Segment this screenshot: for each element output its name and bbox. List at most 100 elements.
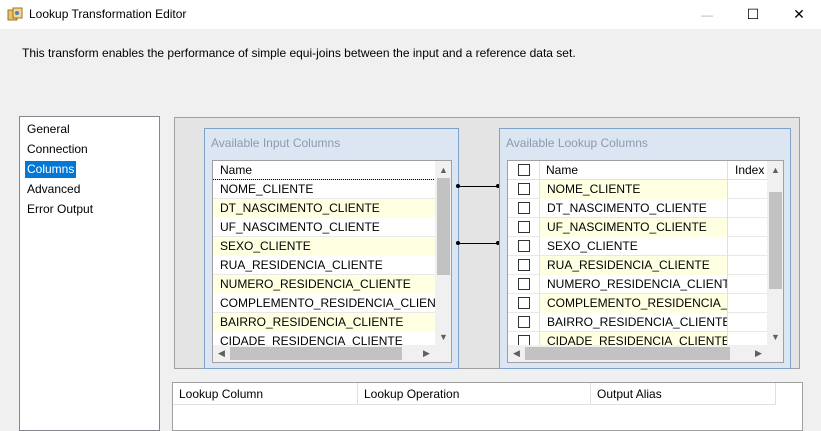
lookup-index-cell[interactable] <box>728 294 767 313</box>
maximize-icon: ☐ <box>746 6 760 22</box>
lookup-column-checkbox[interactable] <box>518 316 530 328</box>
lookup-column-checkbox[interactable] <box>518 297 530 309</box>
input-name-header[interactable]: Name <box>213 161 435 180</box>
input-column-row[interactable]: SEXO_CLIENTE <box>213 237 435 256</box>
input-column-row[interactable]: UF_NASCIMENTO_CLIENTE <box>213 218 435 237</box>
minimize-icon: — <box>701 7 713 22</box>
lookup-horizontal-scrollbar[interactable]: ◀ ▶ <box>508 345 767 362</box>
input-scroll-thumb[interactable] <box>437 178 450 275</box>
input-horizontal-scrollbar[interactable]: ◀ ▶ <box>213 345 435 362</box>
input-column-name[interactable]: NOME_CLIENTE <box>213 179 436 200</box>
lookup-index-cell[interactable] <box>728 199 767 218</box>
page-nav-list: General Connection Columns Advanced Erro… <box>19 116 160 431</box>
input-vertical-scrollbar[interactable]: ▲ ▼ <box>435 161 451 345</box>
nav-item-general[interactable]: General <box>25 121 72 138</box>
lookup-column-checkbox[interactable] <box>518 278 530 290</box>
lookup-column-name[interactable]: BAIRRO_RESIDENCIA_CLIENTE <box>540 313 727 332</box>
description-area: This transform enables the performance o… <box>0 29 821 115</box>
lookup-scroll-thumb[interactable] <box>769 192 782 289</box>
input-column-name[interactable]: UF_NASCIMENTO_CLIENTE <box>213 218 435 237</box>
input-column-row[interactable]: NUMERO_RESIDENCIA_CLIENTE <box>213 275 435 294</box>
lookup-index-cell[interactable] <box>728 218 767 237</box>
mapping-connector-line[interactable] <box>458 243 499 244</box>
input-column-row[interactable]: NOME_CLIENTE <box>213 179 436 200</box>
input-columns-grid: Name NOME_CLIENTE DT_NASCIMENTO_CLIENTE UF… <box>212 160 452 363</box>
lookup-column-row[interactable]: UF_NASCIMENTO_CLIENTE <box>508 218 767 237</box>
lookup-column-name[interactable]: RUA_RESIDENCIA_CLIENTE <box>540 256 727 275</box>
input-column-name[interactable]: COMPLEMENTO_RESIDENCIA_CLIENTE <box>213 294 435 313</box>
lookup-index-cell[interactable] <box>728 180 767 199</box>
lookup-index-header[interactable]: Index <box>727 161 768 180</box>
lookup-column-checkbox[interactable] <box>518 240 530 252</box>
lookup-column-row[interactable]: DT_NASCIMENTO_CLIENTE <box>508 199 767 218</box>
nav-item-connection[interactable]: Connection <box>25 141 90 158</box>
scroll-down-icon[interactable]: ▼ <box>767 328 783 345</box>
input-column-name[interactable]: DT_NASCIMENTO_CLIENTE <box>213 199 435 218</box>
output-alias-header[interactable]: Output Alias <box>591 383 776 405</box>
input-column-name[interactable]: RUA_RESIDENCIA_CLIENTE <box>213 256 435 275</box>
input-columns-box: Available Input Columns Name NOME_CLIENT… <box>204 128 459 369</box>
nav-item-error-output[interactable]: Error Output <box>25 201 95 218</box>
mapping-connector-line[interactable] <box>458 186 499 187</box>
scroll-right-icon[interactable]: ▶ <box>750 345 767 362</box>
lookup-operations-grid[interactable]: Lookup Column Lookup Operation Output Al… <box>172 382 803 431</box>
input-column-row[interactable]: DT_NASCIMENTO_CLIENTE <box>213 199 435 218</box>
lookup-column-checkbox[interactable] <box>518 183 530 195</box>
close-icon: ✕ <box>793 6 805 22</box>
lookup-column-header[interactable]: Lookup Column <box>173 383 358 405</box>
lookup-column-name[interactable]: UF_NASCIMENTO_CLIENTE <box>540 218 727 237</box>
lookup-column-name[interactable]: SEXO_CLIENTE <box>540 237 727 256</box>
lookup-vertical-scrollbar[interactable]: ▲ ▼ <box>767 161 783 345</box>
lookup-column-name[interactable]: NOME_CLIENTE <box>540 180 727 199</box>
lookup-index-cell[interactable] <box>728 256 767 275</box>
scroll-up-icon[interactable]: ▲ <box>767 161 783 178</box>
close-button[interactable]: ✕ <box>776 0 821 29</box>
title-bar: Lookup Transformation Editor — ☐ ✕ <box>0 0 821 29</box>
scroll-left-icon[interactable]: ◀ <box>508 345 525 362</box>
input-column-row[interactable]: BAIRRO_RESIDENCIA_CLIENTE <box>213 313 435 332</box>
lookup-column-checkbox[interactable] <box>518 259 530 271</box>
scroll-up-icon[interactable]: ▲ <box>435 161 451 178</box>
lookup-column-name[interactable]: NUMERO_RESIDENCIA_CLIENTE <box>540 275 727 294</box>
scroll-corner <box>435 345 451 362</box>
lookup-operation-header[interactable]: Lookup Operation <box>358 383 591 405</box>
lookup-column-checkbox[interactable] <box>518 221 530 233</box>
connector-endpoint <box>456 184 460 188</box>
input-column-name[interactable]: NUMERO_RESIDENCIA_CLIENTE <box>213 275 435 294</box>
window-title: Lookup Transformation Editor <box>29 7 187 21</box>
scroll-right-icon[interactable]: ▶ <box>418 345 435 362</box>
input-column-row[interactable]: RUA_RESIDENCIA_CLIENTE <box>213 256 435 275</box>
input-column-name[interactable]: SEXO_CLIENTE <box>213 237 435 256</box>
lookup-column-row[interactable]: COMPLEMENTO_RESIDENCIA_... <box>508 294 767 313</box>
nav-item-advanced[interactable]: Advanced <box>25 181 82 198</box>
scroll-left-icon[interactable]: ◀ <box>213 345 230 362</box>
lookup-index-cell[interactable] <box>728 313 767 332</box>
lookup-name-header[interactable]: Name <box>539 161 727 180</box>
lookup-column-name[interactable]: COMPLEMENTO_RESIDENCIA_... <box>540 294 727 313</box>
lookup-column-row[interactable]: NUMERO_RESIDENCIA_CLIENTE <box>508 275 767 294</box>
maximize-button[interactable]: ☐ <box>730 0 776 29</box>
lookup-column-row[interactable]: BAIRRO_RESIDENCIA_CLIENTE <box>508 313 767 332</box>
lookup-column-checkbox[interactable] <box>518 202 530 214</box>
connector-endpoint <box>456 241 460 245</box>
scroll-corner <box>767 345 783 362</box>
minimize-button[interactable]: — <box>684 0 730 29</box>
select-all-checkbox[interactable] <box>518 164 530 176</box>
lookup-column-row[interactable]: RUA_RESIDENCIA_CLIENTE <box>508 256 767 275</box>
input-hscroll-thumb[interactable] <box>230 347 402 360</box>
lookup-index-cell[interactable] <box>728 275 767 294</box>
description-text: This transform enables the performance o… <box>22 46 576 60</box>
lookup-column-name[interactable]: DT_NASCIMENTO_CLIENTE <box>540 199 727 218</box>
input-column-row[interactable]: COMPLEMENTO_RESIDENCIA_CLIENTE <box>213 294 435 313</box>
nav-item-columns[interactable]: Columns <box>25 161 77 178</box>
scroll-down-icon[interactable]: ▼ <box>435 328 451 345</box>
lookup-columns-grid: Name Index NOME_CLIENTE DT_NASCIMENTO_CLI… <box>507 160 784 363</box>
lookup-columns-title: Available Lookup Columns <box>506 136 648 150</box>
lookup-column-row[interactable]: SEXO_CLIENTE <box>508 237 767 256</box>
lookup-grid-header: Name Index <box>508 161 768 180</box>
lookup-hscroll-thumb[interactable] <box>525 347 730 360</box>
lookup-columns-box: Available Lookup Columns Name Index NOME… <box>499 128 791 369</box>
input-column-name[interactable]: BAIRRO_RESIDENCIA_CLIENTE <box>213 313 435 332</box>
lookup-column-row[interactable]: NOME_CLIENTE <box>508 180 767 199</box>
lookup-index-cell[interactable] <box>728 237 767 256</box>
